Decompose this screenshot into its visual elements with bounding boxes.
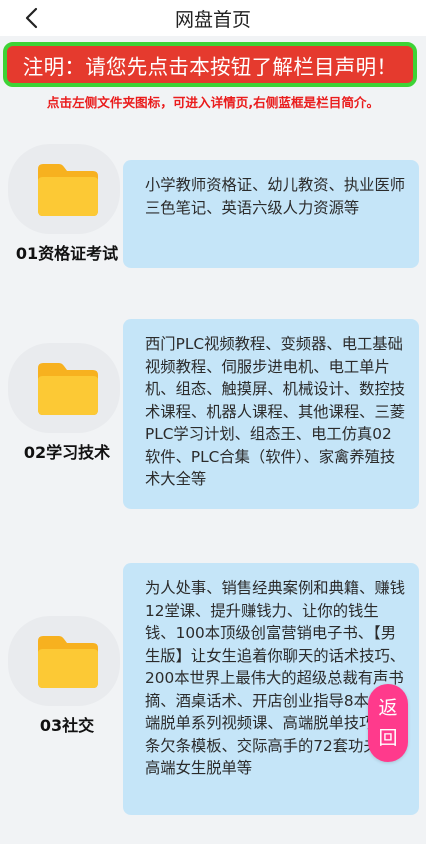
floating-back-button[interactable]: 返 回 <box>368 684 408 762</box>
folder-label: 03社交 <box>39 716 95 735</box>
section-description-card: 西门PLC视频教程、变频器、电工基础视频教程、伺服步进电机、电工单片机、组态、触… <box>123 319 419 509</box>
floating-back-label-2: 回 <box>378 727 398 749</box>
hint-text: 点击左侧文件夹图标，可进入详情页,右侧蓝框是栏目简介。 <box>46 95 380 110</box>
notice-button-label: 注明：请您先点击本按钮了解栏目声明！ <box>22 54 398 79</box>
floating-back-label-1: 返 <box>378 697 398 719</box>
top-bar: 网盘首页 <box>0 0 426 36</box>
section-description-card: 小学教师资格证、幼儿教资、执业医师三色笔记、英语六级人力资源等 <box>123 160 419 268</box>
folder-label: 02学习技术 <box>23 443 111 462</box>
folder-button[interactable]: 01资格证考试 <box>8 144 124 263</box>
folder-label: 01资格证考试 <box>15 244 119 263</box>
folder-icon <box>38 164 98 216</box>
folder-button[interactable]: 02学习技术 <box>8 343 124 462</box>
folder-button[interactable]: 03社交 <box>8 616 124 735</box>
page-title: 网盘首页 <box>174 9 251 31</box>
folder-icon <box>38 363 98 415</box>
notice-button[interactable]: 注明：请您先点击本按钮了解栏目声明！ <box>3 42 417 87</box>
folder-icon <box>38 636 98 688</box>
